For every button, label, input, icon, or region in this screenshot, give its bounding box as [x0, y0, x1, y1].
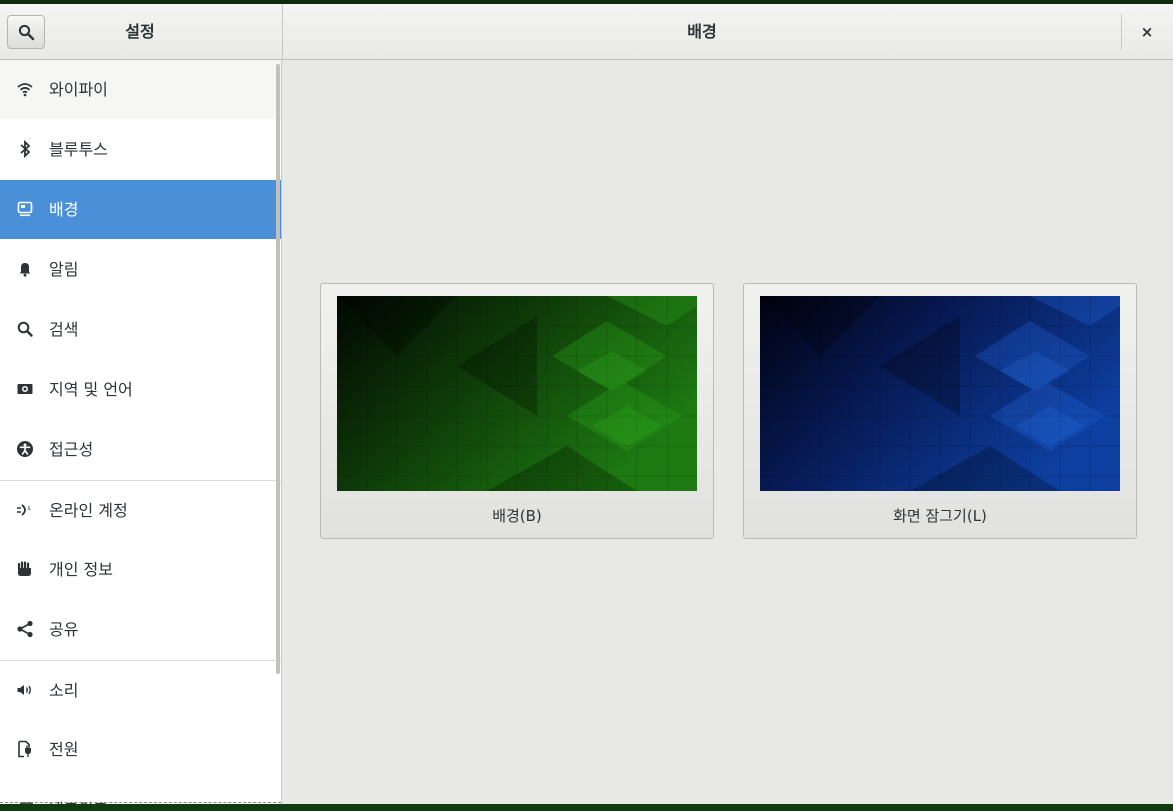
sidebar-item-search[interactable]: 검색 — [0, 300, 281, 359]
desktop-background-edge — [0, 804, 1173, 811]
sidebar-item-online-accounts[interactable]: s 온라인 계정 — [0, 480, 281, 539]
sidebar-item-label: 공유 — [49, 620, 79, 639]
settings-window: 설정 배경 × 와이파이 블루투스 배경 알림 검색 지역 및 언어 접근성 s… — [0, 4, 1173, 804]
background-caption: 배경(B) — [492, 507, 542, 525]
sidebar-item-region[interactable]: 지역 및 언어 — [0, 360, 281, 419]
sidebar-item-notifications[interactable]: 알림 — [0, 240, 281, 299]
bell-icon — [19, 263, 31, 277]
sidebar-item-accessibility[interactable]: 접근성 — [0, 420, 281, 479]
lock-screen-caption: 화면 잠그기(L) — [893, 507, 987, 525]
sidebar: 와이파이 블루투스 배경 알림 검색 지역 및 언어 접근성 s 온라인 계정 … — [0, 60, 282, 804]
sidebar-item-background[interactable]: 배경 — [0, 180, 281, 239]
svg-text:s: s — [28, 505, 31, 512]
background-icon — [17, 201, 33, 217]
lock-screen-button[interactable]: 화면 잠그기(L) — [743, 283, 1137, 539]
sidebar-item-label: 알림 — [49, 260, 79, 279]
background-thumbnail-image — [337, 296, 697, 491]
sidebar-title: 설정 — [125, 22, 155, 41]
sidebar-item-label: 지역 및 언어 — [49, 380, 133, 399]
sidebar-item-privacy[interactable]: 개인 정보 — [0, 540, 281, 599]
sidebar-item-label: 와이파이 — [49, 80, 108, 99]
sidebar-item-label: 개인 정보 — [49, 560, 113, 579]
sidebar-scrollbar[interactable] — [276, 64, 280, 674]
header-separator — [1121, 14, 1122, 50]
sidebar-item-label: 온라인 계정 — [49, 501, 128, 520]
lock-screen-preview — [760, 296, 1120, 491]
bluetooth-icon — [20, 140, 31, 158]
background-button[interactable]: 배경(B) — [320, 283, 714, 539]
close-button[interactable]: × — [1125, 16, 1169, 48]
wifi-icon — [17, 83, 33, 97]
share-icon — [17, 620, 33, 638]
lock-screen-thumbnail-image — [760, 296, 1120, 491]
search-button[interactable] — [7, 15, 45, 49]
region-icon — [17, 384, 33, 394]
sidebar-item-wifi[interactable]: 와이파이 — [0, 60, 281, 119]
search-icon — [17, 321, 33, 337]
sidebar-item-bluetooth[interactable]: 블루투스 — [0, 120, 281, 179]
scroll-edge-indicator — [0, 802, 281, 803]
sidebar-item-label: 전원 — [49, 740, 79, 759]
accessibility-icon — [17, 441, 33, 457]
power-icon — [18, 740, 31, 758]
sidebar-item-label: 접근성 — [49, 440, 94, 459]
speaker-icon — [17, 685, 31, 695]
sidebar-item-sharing[interactable]: 공유 — [0, 600, 281, 659]
sidebar-item-power[interactable]: 전원 — [0, 720, 281, 779]
sidebar-item-label: 블루투스 — [49, 140, 108, 159]
search-icon — [18, 24, 35, 41]
sidebar-item-label: 배경 — [49, 200, 79, 219]
privacy-hand-icon — [17, 561, 31, 576]
sidebar-item-label: 네트워크 — [49, 780, 108, 804]
background-panel: 배경(B) 화면 잠그기(L) — [283, 60, 1173, 804]
online-accounts-icon: s — [17, 504, 31, 516]
page-title: 배경 — [687, 22, 717, 41]
background-preview — [337, 296, 697, 491]
header-bar: 설정 배경 × — [0, 4, 1173, 60]
sidebar-item-sound[interactable]: 소리 — [0, 660, 281, 719]
sidebar-item-label: 검색 — [49, 320, 79, 339]
sidebar-header: 설정 — [0, 4, 283, 59]
sidebar-item-network[interactable]: 네트워크 — [0, 780, 281, 804]
sidebar-item-label: 소리 — [49, 681, 79, 700]
